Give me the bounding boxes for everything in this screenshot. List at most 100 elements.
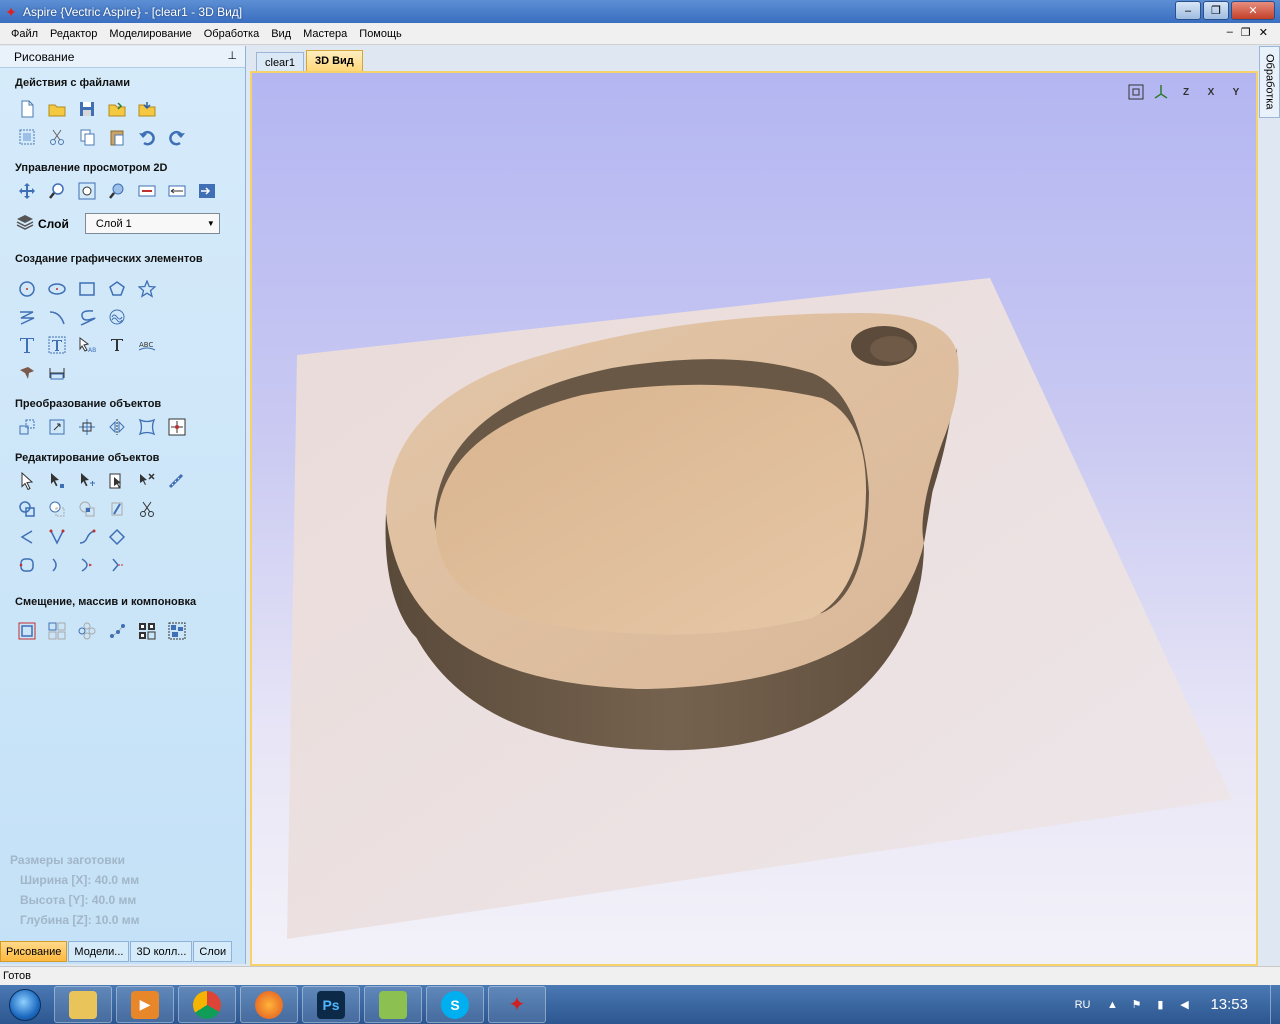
distort-icon[interactable] [136, 416, 158, 438]
zoom-box-icon[interactable] [106, 180, 128, 202]
arc-icon[interactable] [46, 306, 68, 328]
taskbar-skype[interactable]: S [426, 986, 484, 1023]
offset-icon[interactable] [16, 620, 38, 642]
menu-toolpaths[interactable]: Обработка [198, 23, 265, 45]
trim-icon[interactable] [136, 498, 158, 520]
arc-fit-icon[interactable] [76, 554, 98, 576]
taskbar-media-player[interactable]: ▶ [116, 986, 174, 1023]
fit-view-icon[interactable] [1126, 82, 1146, 102]
tab-layers[interactable]: Слои [193, 941, 233, 962]
circle-icon[interactable] [16, 278, 38, 300]
clock[interactable]: 13:53 [1210, 996, 1248, 1013]
mdi-restore-button[interactable]: ❐ [1241, 26, 1251, 39]
zoom-extents-icon[interactable] [76, 180, 98, 202]
delete-select-icon[interactable] [136, 470, 158, 492]
tab-clear1[interactable]: clear1 [256, 52, 304, 72]
weld-icon[interactable] [16, 498, 38, 520]
text-arc-icon[interactable]: ABC [136, 334, 158, 356]
taskbar-firefox[interactable] [240, 986, 298, 1023]
taskbar-notepad[interactable] [364, 986, 422, 1023]
curve-fit-icon[interactable] [46, 554, 68, 576]
extend-icon[interactable] [106, 554, 128, 576]
close-button[interactable]: ✕ [1231, 1, 1275, 20]
curve-icon[interactable] [76, 306, 98, 328]
array-copy-icon[interactable] [46, 620, 68, 642]
copy-along-vector-icon[interactable] [106, 620, 128, 642]
auto-text-icon[interactable]: AB [76, 334, 98, 356]
iso-view-icon[interactable] [1151, 82, 1171, 102]
start-button[interactable] [0, 985, 50, 1024]
mirror-icon[interactable] [106, 416, 128, 438]
tab-modeling[interactable]: Модели... [68, 941, 130, 962]
star-icon[interactable] [136, 278, 158, 300]
zoom-icon[interactable] [46, 180, 68, 202]
smooth-icon[interactable] [16, 554, 38, 576]
bitmap-trace-icon[interactable] [16, 362, 38, 384]
menu-wizards[interactable]: Мастера [297, 23, 353, 45]
spiral-icon[interactable] [106, 306, 128, 328]
copy-icon[interactable] [76, 126, 98, 148]
tab-3d-view[interactable]: 3D Вид [305, 50, 363, 72]
3d-scene[interactable] [252, 73, 1256, 964]
text-icon[interactable] [16, 334, 38, 356]
minimize-button[interactable]: – [1175, 1, 1201, 20]
network-icon[interactable]: ▮ [1152, 998, 1168, 1011]
show-desktop-button[interactable] [1270, 985, 1280, 1024]
3d-viewport[interactable]: Z X Y [250, 71, 1258, 966]
redo-icon[interactable] [166, 126, 188, 148]
pan-icon[interactable] [16, 180, 38, 202]
polyline-icon[interactable] [16, 306, 38, 328]
taskbar-photoshop[interactable]: Ps [302, 986, 360, 1023]
maximize-button[interactable]: ❐ [1203, 1, 1229, 20]
join-line-icon[interactable] [76, 526, 98, 548]
join-open-icon[interactable] [16, 526, 38, 548]
pin-icon[interactable]: ⊥ [227, 49, 237, 62]
menu-modeling[interactable]: Моделирование [103, 23, 197, 45]
y-view-icon[interactable]: Y [1226, 82, 1246, 102]
set-origin-icon[interactable] [166, 416, 188, 438]
transform-select-icon[interactable] [76, 470, 98, 492]
move-icon[interactable] [16, 416, 38, 438]
dimension-icon[interactable] [46, 362, 68, 384]
tab-3d-clipart[interactable]: 3D колл... [130, 941, 193, 962]
show-hidden-icon[interactable]: ▲ [1104, 999, 1120, 1011]
cut-icon[interactable] [46, 126, 68, 148]
taskbar-aspire[interactable]: ✦ [488, 986, 546, 1023]
toolpaths-panel-tab[interactable]: Обработка [1259, 46, 1280, 118]
mdi-minimize-button[interactable]: – [1227, 26, 1233, 39]
menu-view[interactable]: Вид [265, 23, 297, 45]
import-icon[interactable] [136, 98, 158, 120]
taskbar-chrome[interactable] [178, 986, 236, 1023]
open-recent-icon[interactable] [106, 98, 128, 120]
x-view-icon[interactable]: X [1201, 82, 1221, 102]
ellipse-icon[interactable] [46, 278, 68, 300]
tab-drawing[interactable]: Рисование [0, 941, 68, 962]
flag-icon[interactable]: ⚑ [1128, 998, 1144, 1011]
menu-edit[interactable]: Редактор [44, 23, 103, 45]
close-vector-icon[interactable] [106, 526, 128, 548]
text-on-curve-icon[interactable] [106, 334, 128, 356]
join-smooth-icon[interactable] [46, 526, 68, 548]
circular-array-icon[interactable] [76, 620, 98, 642]
polygon-icon[interactable] [106, 278, 128, 300]
interactive-select-icon[interactable] [106, 470, 128, 492]
volume-icon[interactable]: ◀ [1176, 998, 1192, 1011]
subtract-icon[interactable] [46, 498, 68, 520]
view-toggle-icon[interactable] [196, 180, 218, 202]
save-icon[interactable] [76, 98, 98, 120]
select-cursor-icon[interactable] [16, 470, 38, 492]
nesting-icon[interactable] [136, 620, 158, 642]
rectangle-icon[interactable] [76, 278, 98, 300]
new-file-icon[interactable] [16, 98, 38, 120]
measure-icon[interactable] [166, 470, 188, 492]
open-folder-icon[interactable] [46, 98, 68, 120]
paste-icon[interactable] [106, 126, 128, 148]
z-view-icon[interactable]: Z [1176, 82, 1196, 102]
intersect-icon[interactable] [76, 498, 98, 520]
fillet-icon[interactable] [106, 498, 128, 520]
menu-help[interactable]: Помощь [353, 23, 408, 45]
auto-layout-icon[interactable] [166, 620, 188, 642]
mdi-close-button[interactable]: ✕ [1259, 26, 1268, 39]
view-width-icon[interactable] [166, 180, 188, 202]
scale-icon[interactable] [46, 416, 68, 438]
